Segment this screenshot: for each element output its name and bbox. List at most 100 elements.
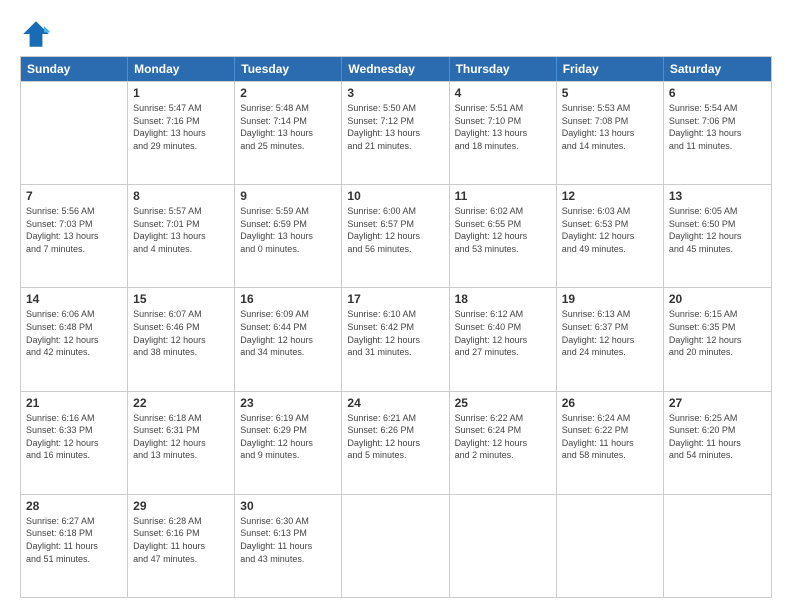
cell-date: 12: [562, 189, 658, 203]
cell-info: Sunrise: 6:15 AM Sunset: 6:35 PM Dayligh…: [669, 308, 766, 358]
cell-info: Sunrise: 5:48 AM Sunset: 7:14 PM Dayligh…: [240, 102, 336, 152]
calendar-cell: 28Sunrise: 6:27 AM Sunset: 6:18 PM Dayli…: [21, 495, 128, 597]
calendar-cell: 12 Sunrise: 6:03 AM Sunset: 6:53 PM Dayli…: [557, 185, 664, 287]
cell-info: Sunrise: 5:57 AM Sunset: 7:01 PM Dayligh…: [133, 205, 229, 255]
cell-info: Sunrise: 6:00 AM Sunset: 6:57 PM Dayligh…: [347, 205, 443, 255]
cell-date: 2: [240, 86, 336, 100]
calendar-row: 7 Sunrise: 5:56 AM Sunset: 7:03 PM Daylig…: [21, 184, 771, 287]
calendar-cell: 26 Sunrise: 6:24 AM Sunset: 6:22 PM Dayli…: [557, 392, 664, 494]
cell-date: 22: [133, 396, 229, 410]
cell-info: Sunrise: 5:51 AM Sunset: 7:10 PM Dayligh…: [455, 102, 551, 152]
cell-info: Sunrise: 5:54 AM Sunset: 7:06 PM Dayligh…: [669, 102, 766, 152]
cell-date: 15: [133, 292, 229, 306]
header-day: Thursday: [450, 57, 557, 81]
calendar-cell: 30 Sunrise: 6:30 AM Sunset: 6:13 PM Dayli…: [235, 495, 342, 597]
cell-info: Sunrise: 6:28 AM Sunset: 6:16 PM Dayligh…: [133, 515, 229, 565]
cell-date: 9: [240, 189, 336, 203]
cell-date: 19: [562, 292, 658, 306]
calendar-cell: [664, 495, 771, 597]
calendar-cell: 27 Sunrise: 6:25 AM Sunset: 6:20 PM Dayli…: [664, 392, 771, 494]
calendar: SundayMondayTuesdayWednesdayThursdayFrid…: [20, 56, 772, 598]
cell-info: Sunrise: 6:10 AM Sunset: 6:42 PM Dayligh…: [347, 308, 443, 358]
cell-info: Sunrise: 5:53 AM Sunset: 7:08 PM Dayligh…: [562, 102, 658, 152]
cell-date: 27: [669, 396, 766, 410]
cell-date: 17: [347, 292, 443, 306]
calendar-cell: [557, 495, 664, 597]
cell-date: 23: [240, 396, 336, 410]
header-day: Friday: [557, 57, 664, 81]
cell-date: 14: [26, 292, 122, 306]
calendar-cell: 15 Sunrise: 6:07 AM Sunset: 6:46 PM Dayli…: [128, 288, 235, 390]
logo: [20, 18, 56, 50]
cell-date: 4: [455, 86, 551, 100]
cell-info: Sunrise: 6:24 AM Sunset: 6:22 PM Dayligh…: [562, 412, 658, 462]
calendar-cell: 16Sunrise: 6:09 AM Sunset: 6:44 PM Dayli…: [235, 288, 342, 390]
calendar-header: SundayMondayTuesdayWednesdayThursdayFrid…: [21, 57, 771, 81]
calendar-row: 1 Sunrise: 5:47 AM Sunset: 7:16 PM Daylig…: [21, 81, 771, 184]
calendar-cell: [342, 495, 449, 597]
cell-info: Sunrise: 6:19 AM Sunset: 6:29 PM Dayligh…: [240, 412, 336, 462]
cell-info: Sunrise: 6:25 AM Sunset: 6:20 PM Dayligh…: [669, 412, 766, 462]
calendar-cell: 24 Sunrise: 6:21 AM Sunset: 6:26 PM Dayli…: [342, 392, 449, 494]
cell-info: Sunrise: 5:47 AM Sunset: 7:16 PM Dayligh…: [133, 102, 229, 152]
calendar-cell: 11 Sunrise: 6:02 AM Sunset: 6:55 PM Dayli…: [450, 185, 557, 287]
cell-info: Sunrise: 5:59 AM Sunset: 6:59 PM Dayligh…: [240, 205, 336, 255]
cell-date: 1: [133, 86, 229, 100]
calendar-cell: 6 Sunrise: 5:54 AM Sunset: 7:06 PM Daylig…: [664, 82, 771, 184]
calendar-cell: 10 Sunrise: 6:00 AM Sunset: 6:57 PM Dayli…: [342, 185, 449, 287]
cell-info: Sunrise: 6:22 AM Sunset: 6:24 PM Dayligh…: [455, 412, 551, 462]
calendar-cell: [450, 495, 557, 597]
cell-info: Sunrise: 6:07 AM Sunset: 6:46 PM Dayligh…: [133, 308, 229, 358]
cell-info: Sunrise: 6:21 AM Sunset: 6:26 PM Dayligh…: [347, 412, 443, 462]
cell-date: 5: [562, 86, 658, 100]
calendar-cell: 13Sunrise: 6:05 AM Sunset: 6:50 PM Dayli…: [664, 185, 771, 287]
calendar-cell: 5 Sunrise: 5:53 AM Sunset: 7:08 PM Daylig…: [557, 82, 664, 184]
cell-date: 30: [240, 499, 336, 513]
calendar-cell: [21, 82, 128, 184]
cell-info: Sunrise: 6:18 AM Sunset: 6:31 PM Dayligh…: [133, 412, 229, 462]
cell-date: 16: [240, 292, 336, 306]
calendar-cell: 8Sunrise: 5:57 AM Sunset: 7:01 PM Daylig…: [128, 185, 235, 287]
logo-icon: [20, 18, 52, 50]
calendar-cell: 7 Sunrise: 5:56 AM Sunset: 7:03 PM Daylig…: [21, 185, 128, 287]
calendar-cell: 29 Sunrise: 6:28 AM Sunset: 6:16 PM Dayli…: [128, 495, 235, 597]
calendar-cell: 2 Sunrise: 5:48 AM Sunset: 7:14 PM Daylig…: [235, 82, 342, 184]
header-day: Wednesday: [342, 57, 449, 81]
cell-info: Sunrise: 6:05 AM Sunset: 6:50 PM Dayligh…: [669, 205, 766, 255]
cell-date: 10: [347, 189, 443, 203]
cell-info: Sunrise: 6:16 AM Sunset: 6:33 PM Dayligh…: [26, 412, 122, 462]
calendar-body: 1 Sunrise: 5:47 AM Sunset: 7:16 PM Daylig…: [21, 81, 771, 597]
header-day: Monday: [128, 57, 235, 81]
calendar-cell: 25 Sunrise: 6:22 AM Sunset: 6:24 PM Dayli…: [450, 392, 557, 494]
header-day: Tuesday: [235, 57, 342, 81]
cell-date: 7: [26, 189, 122, 203]
cell-info: Sunrise: 6:03 AM Sunset: 6:53 PM Dayligh…: [562, 205, 658, 255]
cell-info: Sunrise: 6:13 AM Sunset: 6:37 PM Dayligh…: [562, 308, 658, 358]
cell-date: 24: [347, 396, 443, 410]
calendar-row: 28Sunrise: 6:27 AM Sunset: 6:18 PM Dayli…: [21, 494, 771, 597]
cell-info: Sunrise: 6:30 AM Sunset: 6:13 PM Dayligh…: [240, 515, 336, 565]
cell-date: 29: [133, 499, 229, 513]
calendar-cell: 14Sunrise: 6:06 AM Sunset: 6:48 PM Dayli…: [21, 288, 128, 390]
calendar-cell: 18Sunrise: 6:12 AM Sunset: 6:40 PM Dayli…: [450, 288, 557, 390]
cell-date: 25: [455, 396, 551, 410]
calendar-row: 14Sunrise: 6:06 AM Sunset: 6:48 PM Dayli…: [21, 287, 771, 390]
cell-date: 3: [347, 86, 443, 100]
cell-date: 6: [669, 86, 766, 100]
calendar-cell: 1 Sunrise: 5:47 AM Sunset: 7:16 PM Daylig…: [128, 82, 235, 184]
cell-date: 11: [455, 189, 551, 203]
header-day: Sunday: [21, 57, 128, 81]
calendar-cell: 20Sunrise: 6:15 AM Sunset: 6:35 PM Dayli…: [664, 288, 771, 390]
page: SundayMondayTuesdayWednesdayThursdayFrid…: [0, 0, 792, 612]
calendar-cell: 21 Sunrise: 6:16 AM Sunset: 6:33 PM Dayli…: [21, 392, 128, 494]
calendar-cell: 9 Sunrise: 5:59 AM Sunset: 6:59 PM Daylig…: [235, 185, 342, 287]
cell-info: Sunrise: 6:02 AM Sunset: 6:55 PM Dayligh…: [455, 205, 551, 255]
header-day: Saturday: [664, 57, 771, 81]
cell-info: Sunrise: 6:12 AM Sunset: 6:40 PM Dayligh…: [455, 308, 551, 358]
calendar-cell: 4 Sunrise: 5:51 AM Sunset: 7:10 PM Daylig…: [450, 82, 557, 184]
cell-date: 21: [26, 396, 122, 410]
header: [20, 18, 772, 50]
cell-date: 26: [562, 396, 658, 410]
calendar-row: 21 Sunrise: 6:16 AM Sunset: 6:33 PM Dayli…: [21, 391, 771, 494]
cell-info: Sunrise: 5:56 AM Sunset: 7:03 PM Dayligh…: [26, 205, 122, 255]
